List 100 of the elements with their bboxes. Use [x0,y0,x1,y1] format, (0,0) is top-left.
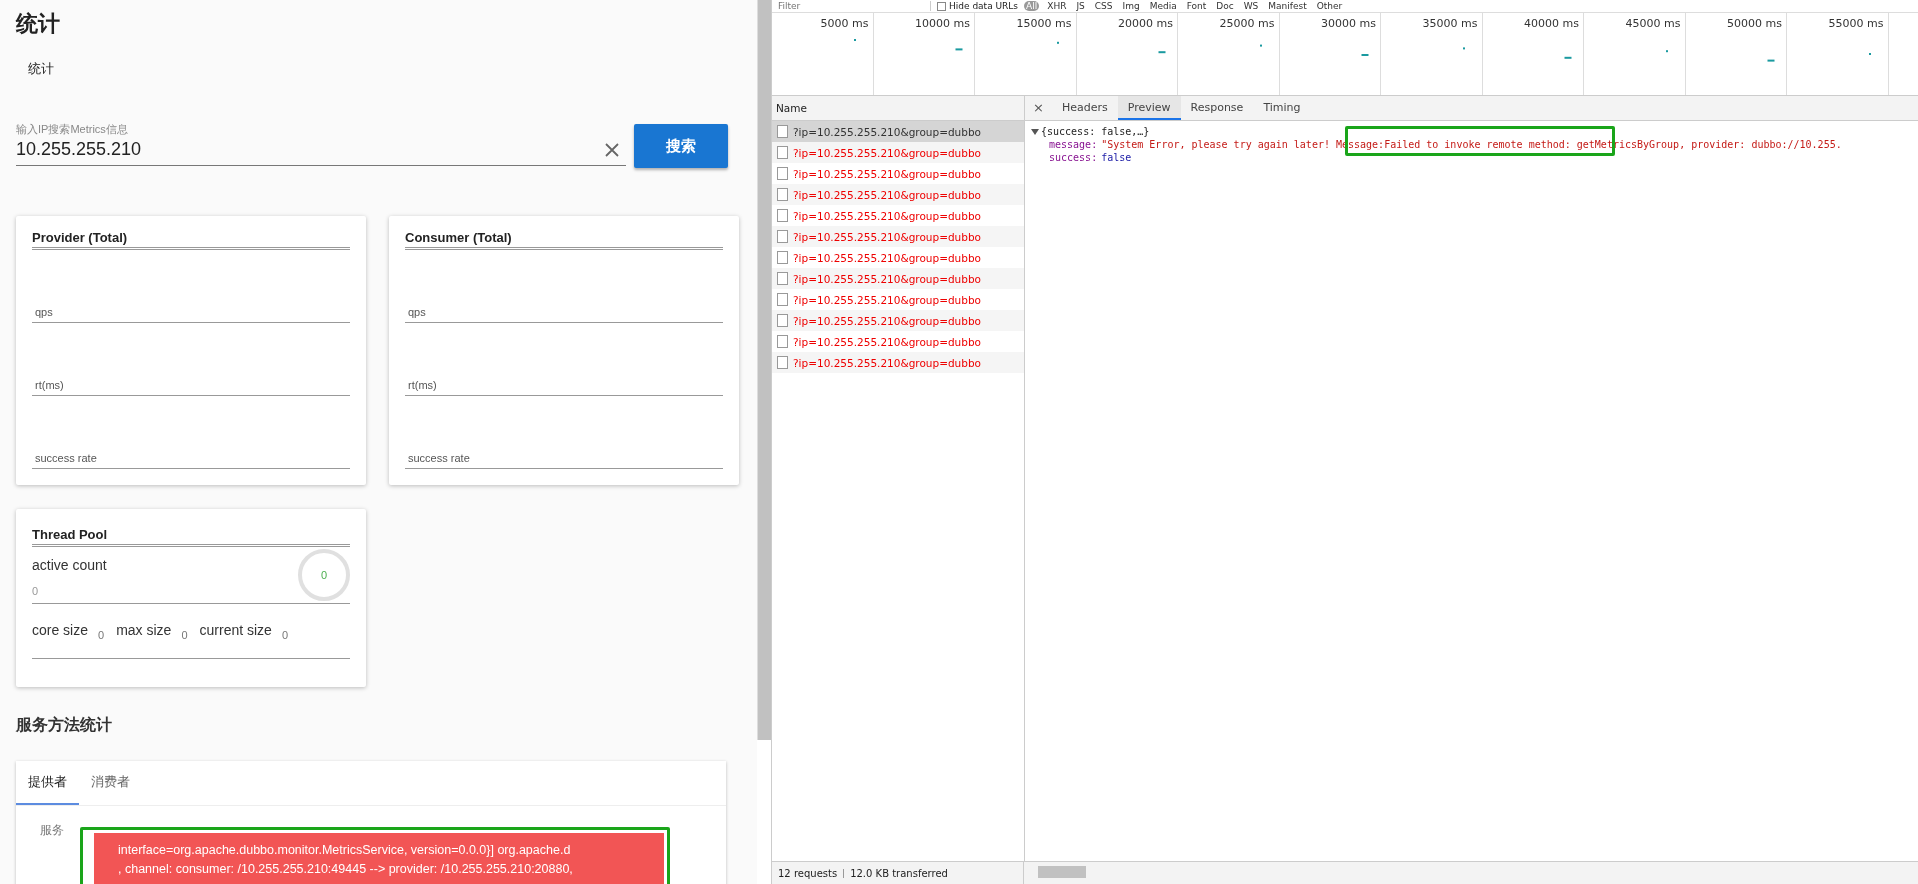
tick-label: 45000 ms [1625,17,1681,30]
file-icon [777,293,788,306]
search-input[interactable]: 10.255.255.210 [16,136,604,163]
field-value: 0 [32,585,39,597]
tick-label: 10000 ms [915,17,970,30]
request-name: ?ip=10.255.255.210&group=dubbo [793,230,981,243]
request-name: ?ip=10.255.255.210&group=dubbo [793,272,981,285]
page-title: 统计 [16,10,60,38]
card-title: Provider (Total) [32,230,350,250]
request-row[interactable]: ?ip=10.255.255.210&group=dubbo [772,247,1024,268]
request-row[interactable]: ?ip=10.255.255.210&group=dubbo [772,163,1024,184]
checkbox-label: Hide data URLs [949,1,1019,11]
toast-text: , channel: consumer: /10.255.255.210:49445 --> provider: /10.255.255.210:20880, [118,861,573,878]
tick-label: 35000 ms [1422,17,1478,30]
toast-text: interface=org.apache.dubbo.monitor.MetricsService, version=0.0.0}] org.apache.d [118,842,571,859]
file-icon [777,314,788,327]
scrollbar[interactable] [757,0,771,740]
filter-chip[interactable]: Manifest [1266,1,1309,11]
field-label: current size [199,622,272,638]
clear-icon[interactable] [604,141,620,158]
tick-label: 40000 ms [1524,17,1579,30]
filter-chip[interactable]: Media [1147,1,1179,11]
request-row[interactable]: ?ip=10.255.255.210&group=dubbo [772,121,1024,142]
request-name: ?ip=10.255.255.210&group=dubbo [793,146,981,159]
file-icon [777,335,788,348]
file-icon [777,230,788,243]
file-icon [777,146,788,159]
filter-field[interactable]: Filter [776,1,931,11]
filter-chip[interactable]: Font [1184,1,1209,11]
filter-chip[interactable]: JS [1074,1,1087,11]
progress-circle: 0 [298,549,350,601]
tick-label: 50000 ms [1727,17,1782,30]
tick-label: 5000 ms [820,17,869,30]
json-key: message: [1049,139,1098,150]
file-icon [777,167,788,180]
json-summary: {success: false,…} [1041,125,1150,138]
card-title: Consumer (Total) [405,230,723,250]
metric-field[interactable]: qps [32,305,350,323]
tick-label: 30000 ms [1321,17,1376,30]
metric-field[interactable]: success rate [405,451,723,469]
request-name: ?ip=10.255.255.210&group=dubbo [793,209,981,222]
breadcrumb-item[interactable]: 统计 [28,60,54,78]
tick-label: 25000 ms [1219,17,1275,30]
tick-label: 15000 ms [1016,17,1072,30]
request-row[interactable]: ?ip=10.255.255.210&group=dubbo [772,352,1024,373]
filter-chip[interactable]: CSS [1092,1,1115,11]
request-row[interactable]: ?ip=10.255.255.210&group=dubbo [772,205,1024,226]
metric-field[interactable]: rt(ms) [32,378,350,396]
request-row[interactable]: ?ip=10.255.255.210&group=dubbo [772,142,1024,163]
metric-field[interactable]: rt(ms) [405,378,723,396]
filter-chip[interactable]: WS [1241,1,1261,11]
filter-chip[interactable]: Other [1314,1,1345,11]
tab[interactable]: Preview [1117,96,1181,120]
close-button[interactable]: × [1025,96,1052,120]
column-header: 服务 [40,823,64,837]
file-icon [777,272,788,285]
field-label: max size [116,622,172,638]
tab[interactable]: 提供者 [16,761,79,805]
tick-label: 55000 ms [1828,17,1884,30]
request-row[interactable]: ?ip=10.255.255.210&group=dubbo [772,184,1024,205]
tab[interactable]: 消费者 [79,761,142,805]
file-icon [777,188,788,201]
request-name: ?ip=10.255.255.210&group=dubbo [793,167,981,180]
tab[interactable]: Timing [1253,96,1311,120]
request-row[interactable]: ?ip=10.255.255.210&group=dubbo [772,268,1024,289]
json-key: success: [1049,152,1098,163]
request-row[interactable]: ?ip=10.255.255.210&group=dubbo [772,226,1024,247]
file-icon [777,209,788,222]
filter-chip[interactable]: Doc [1214,1,1236,11]
file-icon [777,251,788,264]
file-icon [777,125,788,138]
status-text: 12.0 KB transferred [850,867,948,879]
metric-field[interactable]: qps [405,305,723,323]
section-title: 服务方法统计 [16,715,112,735]
request-row[interactable]: ?ip=10.255.255.210&group=dubbo [772,331,1024,352]
request-name: ?ip=10.255.255.210&group=dubbo [793,125,981,138]
request-name: ?ip=10.255.255.210&group=dubbo [793,188,981,201]
request-name: ?ip=10.255.255.210&group=dubbo [793,335,981,348]
field-label: core size [32,622,89,638]
column-header: Name [772,96,1024,121]
filter-chip[interactable]: XHR [1045,1,1069,11]
request-name: ?ip=10.255.255.210&group=dubbo [793,293,981,306]
metric-field[interactable]: success rate [32,451,350,469]
request-name: ?ip=10.255.255.210&group=dubbo [793,356,981,369]
tab[interactable]: Response [1180,96,1254,120]
json-value: false [1101,152,1132,163]
request-row[interactable]: ?ip=10.255.255.210&group=dubbo [772,289,1024,310]
request-name: ?ip=10.255.255.210&group=dubbo [793,251,981,264]
request-row[interactable]: ?ip=10.255.255.210&group=dubbo [772,310,1024,331]
field-label: active count [32,557,107,573]
tick-label: 20000 ms [1118,17,1173,30]
status-text: 12 requests [778,867,838,879]
card-title: Thread Pool [32,527,350,547]
checkbox[interactable] [937,1,946,11]
search-button[interactable]: 搜索 [634,124,728,168]
request-name: ?ip=10.255.255.210&group=dubbo [793,314,981,327]
expand-icon[interactable] [1031,128,1039,135]
field-label: 输入IP搜索Metrics信息 [16,122,128,136]
tab[interactable]: Headers [1051,96,1118,120]
filter-chip[interactable]: Img [1120,1,1142,11]
